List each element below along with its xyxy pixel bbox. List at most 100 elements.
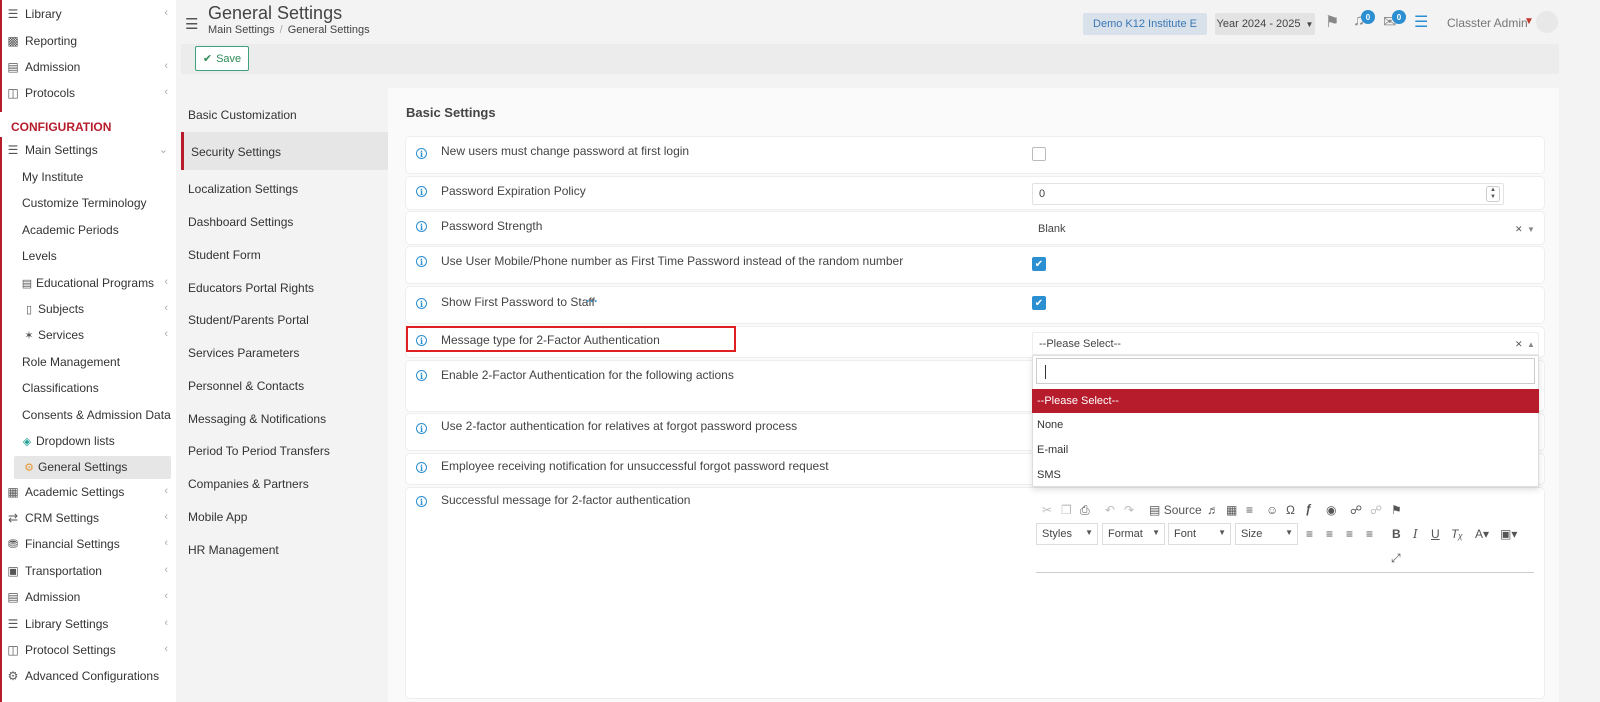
align-justify-icon[interactable]: ≡ (1366, 527, 1373, 541)
sidebar-item-services[interactable]: ✶ Services ‹ (0, 322, 176, 348)
italic-icon[interactable]: I (1413, 527, 1418, 541)
info-icon[interactable]: i (416, 221, 427, 232)
sidebar-item-dropdown-lists[interactable]: ◈ Dropdown lists (0, 428, 176, 454)
horizontal-rule-icon[interactable]: ≡ (1246, 503, 1253, 517)
formula-icon[interactable]: ƒ (1305, 502, 1312, 516)
sidebar-item-protocol-settings[interactable]: ◫ Protocol Settings ‹ (0, 637, 176, 663)
remove-format-icon[interactable]: Tᵪ (1451, 527, 1463, 541)
smiley-icon[interactable]: ☺ (1266, 503, 1278, 517)
info-icon[interactable]: i (416, 496, 427, 507)
clear-icon[interactable]: ✕ (1515, 339, 1523, 350)
dropdown-option-please-select[interactable]: --Please Select-- (1032, 389, 1539, 413)
settings-menu-item[interactable]: Personnel & Contacts (188, 379, 304, 393)
info-icon[interactable]: i (416, 256, 427, 267)
sidebar-item-protocols[interactable]: ◫ Protocols ‹ (0, 80, 176, 106)
sidebar-item-financial-settings[interactable]: ⛃ Financial Settings ‹ (0, 531, 176, 557)
redo-icon[interactable]: ↷ (1124, 503, 1134, 517)
sidebar-item-admission-settings[interactable]: ▤ Admission ‹ (0, 584, 176, 610)
info-icon[interactable]: i (416, 462, 427, 473)
sidebar-item-role-management[interactable]: Role Management (0, 349, 176, 375)
font-combo[interactable]: Font ▼ (1168, 523, 1231, 545)
align-center-icon[interactable]: ≡ (1326, 527, 1333, 541)
more-options-icon[interactable]: ··· (586, 294, 598, 308)
breadcrumb-item[interactable]: Main Settings (208, 24, 275, 36)
sidebar-item-reporting[interactable]: ▩ Reporting (0, 28, 176, 54)
settings-menu-item[interactable]: Companies & Partners (188, 477, 309, 491)
password-expiration-input[interactable]: 0 (1032, 183, 1504, 205)
flag-icon[interactable]: ⚑ (1325, 12, 1339, 32)
sidebar-item-academic-periods[interactable]: Academic Periods (0, 217, 176, 243)
two-factor-message-type-select[interactable]: --Please Select-- (1032, 332, 1539, 355)
settings-menu-item[interactable]: HR Management (188, 543, 279, 557)
show-first-password-checkbox[interactable]: ✔ (1032, 296, 1046, 310)
mobile-as-password-checkbox[interactable]: ✔ (1032, 257, 1046, 271)
layers-stack-icon[interactable]: ☰ (1414, 12, 1428, 32)
table-icon[interactable]: ▦ (1226, 503, 1237, 517)
dropdown-search-input[interactable] (1036, 358, 1535, 384)
sidebar-item-levels[interactable]: Levels (0, 243, 176, 269)
anchor-flag-icon[interactable]: ⚑ (1391, 503, 1402, 517)
sidebar-item-subjects[interactable]: ▯ Subjects ‹ (0, 296, 176, 322)
underline-icon[interactable]: U (1431, 527, 1440, 541)
info-icon[interactable]: i (416, 370, 427, 381)
settings-menu-item[interactable]: Basic Customization (188, 108, 297, 122)
year-selector[interactable]: Year 2024 - 2025 ▼ (1215, 13, 1315, 35)
sidebar-item-my-institute[interactable]: My Institute (0, 164, 176, 190)
first-login-change-password-checkbox[interactable] (1032, 147, 1046, 161)
align-left-icon[interactable]: ≡ (1306, 527, 1313, 541)
info-icon[interactable]: i (416, 186, 427, 197)
source-button[interactable]: ▤ Source (1149, 503, 1202, 517)
sidebar-item-classifications[interactable]: Classifications (0, 375, 176, 401)
sidebar-item-customize-terminology[interactable]: Customize Terminology (0, 190, 176, 216)
settings-menu-item[interactable]: Student/Parents Portal (188, 313, 309, 327)
settings-menu-item[interactable]: Student Form (188, 248, 261, 262)
settings-menu-item[interactable]: Mobile App (188, 510, 247, 524)
undo-icon[interactable]: ↶ (1105, 503, 1115, 517)
save-button[interactable]: ✔ Save (195, 46, 249, 71)
sidebar-item-consents[interactable]: Consents & Admission Data (0, 402, 176, 428)
unlink-icon[interactable]: ☍ (1370, 503, 1382, 517)
password-strength-select[interactable]: Blank (1032, 217, 1539, 240)
info-icon[interactable]: i (416, 298, 427, 309)
bold-icon[interactable]: B (1392, 527, 1401, 541)
size-combo[interactable]: Size ▼ (1235, 523, 1298, 545)
avatar[interactable] (1536, 11, 1558, 33)
cut-icon[interactable]: ✂ (1042, 503, 1052, 517)
clear-icon[interactable]: ✕ (1515, 224, 1523, 235)
format-combo[interactable]: Format ▼ (1102, 523, 1165, 545)
sidebar-item-educational-programs[interactable]: ▤ Educational Programs ‹ (0, 270, 176, 296)
hamburger-menu-icon[interactable]: ☰ (185, 15, 198, 33)
dropdown-option-sms[interactable]: SMS (1032, 463, 1539, 487)
settings-menu-item[interactable]: Dashboard Settings (188, 215, 293, 229)
maximize-icon[interactable]: ⤢ (1391, 551, 1401, 566)
omega-icon[interactable]: Ω (1286, 503, 1295, 517)
dropdown-option-none[interactable]: None (1032, 413, 1539, 437)
info-icon[interactable]: i (416, 148, 427, 159)
sidebar-item-crm-settings[interactable]: ⇄ CRM Settings ‹ (0, 505, 176, 531)
align-right-icon[interactable]: ≡ (1346, 527, 1353, 541)
settings-menu-item[interactable]: Services Parameters (188, 346, 299, 360)
styles-combo[interactable]: Styles ▼ (1036, 523, 1098, 545)
link-icon[interactable]: ☍ (1350, 503, 1362, 517)
sidebar-item-library[interactable]: ☰ Library ‹ (0, 1, 176, 27)
settings-menu-item[interactable]: Messaging & Notifications (188, 412, 326, 426)
sidebar-item-general-settings[interactable]: ⚙ General Settings (0, 454, 176, 480)
user-menu[interactable]: Classter Admin (1447, 16, 1528, 30)
sidebar-item-advanced-configurations[interactable]: ⚙ Advanced Configurations (0, 663, 176, 689)
sidebar-item-admission[interactable]: ▤ Admission ‹ (0, 54, 176, 80)
dropdown-option-email[interactable]: E-mail (1032, 438, 1539, 462)
settings-menu-item[interactable]: Localization Settings (188, 182, 298, 196)
institute-selector[interactable]: Demo K12 Institute E (1083, 13, 1207, 35)
sidebar-item-main-settings[interactable]: ☰ Main Settings ⌄ (0, 137, 176, 163)
paste-icon[interactable]: ⎙ (1080, 503, 1090, 518)
sidebar-item-library-settings[interactable]: ☰ Library Settings ‹ (0, 611, 176, 637)
number-spinner[interactable]: ▲ ▼ (1486, 186, 1500, 202)
settings-menu-item-active[interactable]: Security Settings (191, 145, 281, 159)
text-color-icon[interactable]: A▾ (1475, 527, 1489, 541)
info-icon[interactable]: i (416, 423, 427, 434)
copy-icon[interactable]: ❐ (1061, 503, 1072, 517)
sidebar-item-academic-settings[interactable]: ▦ Academic Settings ‹ (0, 479, 176, 505)
settings-menu-item[interactable]: Period To Period Transfers (188, 444, 330, 458)
audio-icon[interactable]: ♬ (1207, 503, 1219, 517)
globe-icon[interactable]: ◉ (1326, 503, 1336, 517)
